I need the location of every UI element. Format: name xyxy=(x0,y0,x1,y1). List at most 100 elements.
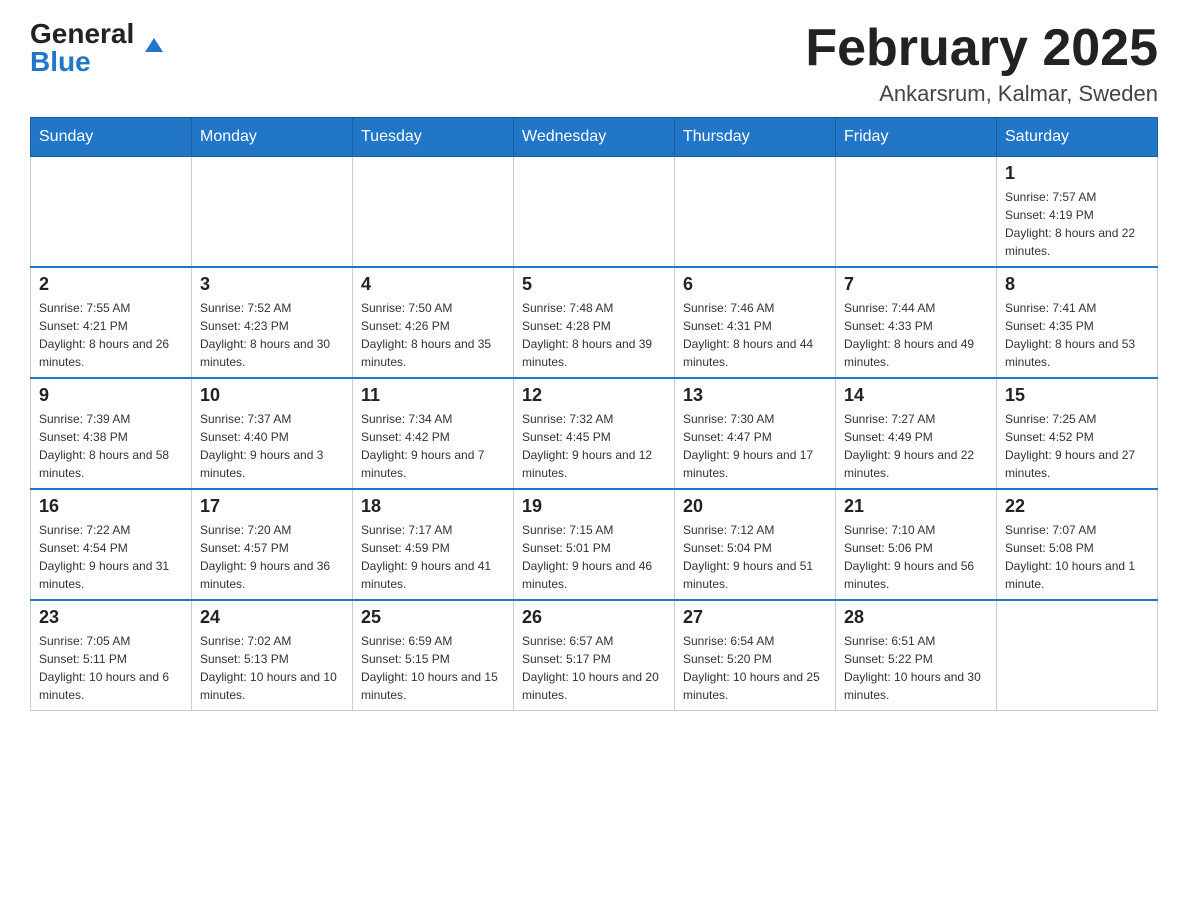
day-number: 14 xyxy=(844,385,988,406)
day-info: Sunrise: 7:57 AMSunset: 4:19 PMDaylight:… xyxy=(1005,188,1149,260)
calendar-cell: 19 Sunrise: 7:15 AMSunset: 5:01 PMDayligh… xyxy=(514,489,675,600)
location-text: Ankarsrum, Kalmar, Sweden xyxy=(805,81,1158,107)
calendar-cell: 20Sunrise: 7:12 AMSunset: 5:04 PMDayligh… xyxy=(675,489,836,600)
day-info: Sunrise: 7:02 AMSunset: 5:13 PMDaylight:… xyxy=(200,632,344,704)
calendar-cell xyxy=(31,157,192,268)
weekday-header-row: SundayMondayTuesdayWednesdayThursdayFrid… xyxy=(31,118,1158,157)
calendar-week-row: 2 Sunrise: 7:55 AMSunset: 4:21 PMDaylight… xyxy=(31,267,1158,378)
day-info: Sunrise: 7:15 AMSunset: 5:01 PMDaylight:… xyxy=(522,521,666,593)
calendar-cell: 24 Sunrise: 7:02 AMSunset: 5:13 PMDayligh… xyxy=(192,600,353,711)
day-number: 8 xyxy=(1005,274,1149,295)
page-header: General Blue February 2025 Ankarsrum, Ka… xyxy=(30,20,1158,107)
day-info: Sunrise: 6:59 AMSunset: 5:15 PMDaylight:… xyxy=(361,632,505,704)
day-info: Sunrise: 7:07 AMSunset: 5:08 PMDaylight:… xyxy=(1005,521,1149,593)
calendar-cell: 28 Sunrise: 6:51 AMSunset: 5:22 PMDayligh… xyxy=(836,600,997,711)
calendar-cell: 17 Sunrise: 7:20 AMSunset: 4:57 PMDayligh… xyxy=(192,489,353,600)
day-number: 2 xyxy=(39,274,183,295)
calendar-cell: 1 Sunrise: 7:57 AMSunset: 4:19 PMDaylight… xyxy=(997,157,1158,268)
logo-general-text: General xyxy=(30,20,134,48)
calendar-cell xyxy=(997,600,1158,711)
day-info: Sunrise: 7:41 AMSunset: 4:35 PMDaylight:… xyxy=(1005,299,1149,371)
title-section: February 2025 Ankarsrum, Kalmar, Sweden xyxy=(805,20,1158,107)
calendar-cell xyxy=(192,157,353,268)
day-number: 18 xyxy=(361,496,505,517)
day-number: 17 xyxy=(200,496,344,517)
calendar-cell: 9 Sunrise: 7:39 AMSunset: 4:38 PMDaylight… xyxy=(31,378,192,489)
day-number: 13 xyxy=(683,385,827,406)
day-info: Sunrise: 7:44 AMSunset: 4:33 PMDaylight:… xyxy=(844,299,988,371)
day-number: 10 xyxy=(200,385,344,406)
day-number: 7 xyxy=(844,274,988,295)
day-number: 24 xyxy=(200,607,344,628)
day-number: 5 xyxy=(522,274,666,295)
day-number: 28 xyxy=(844,607,988,628)
day-info: Sunrise: 7:17 AMSunset: 4:59 PMDaylight:… xyxy=(361,521,505,593)
day-number: 27 xyxy=(683,607,827,628)
weekday-header-tuesday: Tuesday xyxy=(353,118,514,157)
weekday-header-wednesday: Wednesday xyxy=(514,118,675,157)
day-info: Sunrise: 7:20 AMSunset: 4:57 PMDaylight:… xyxy=(200,521,344,593)
day-info: Sunrise: 7:10 AMSunset: 5:06 PMDaylight:… xyxy=(844,521,988,593)
calendar-cell: 2 Sunrise: 7:55 AMSunset: 4:21 PMDaylight… xyxy=(31,267,192,378)
day-number: 26 xyxy=(522,607,666,628)
calendar-cell: 5 Sunrise: 7:48 AMSunset: 4:28 PMDaylight… xyxy=(514,267,675,378)
calendar-cell: 15Sunrise: 7:25 AMSunset: 4:52 PMDayligh… xyxy=(997,378,1158,489)
calendar-cell: 14 Sunrise: 7:27 AMSunset: 4:49 PMDayligh… xyxy=(836,378,997,489)
calendar-cell: 27 Sunrise: 6:54 AMSunset: 5:20 PMDayligh… xyxy=(675,600,836,711)
day-info: Sunrise: 7:48 AMSunset: 4:28 PMDaylight:… xyxy=(522,299,666,371)
day-number: 11 xyxy=(361,385,505,406)
day-number: 19 xyxy=(522,496,666,517)
day-number: 16 xyxy=(39,496,183,517)
calendar-cell: 4 Sunrise: 7:50 AMSunset: 4:26 PMDaylight… xyxy=(353,267,514,378)
logo: General Blue xyxy=(30,20,143,76)
month-title: February 2025 xyxy=(805,20,1158,77)
calendar-cell: 26 Sunrise: 6:57 AMSunset: 5:17 PMDayligh… xyxy=(514,600,675,711)
day-info: Sunrise: 7:34 AMSunset: 4:42 PMDaylight:… xyxy=(361,410,505,482)
day-info: Sunrise: 6:54 AMSunset: 5:20 PMDaylight:… xyxy=(683,632,827,704)
day-info: Sunrise: 7:37 AMSunset: 4:40 PMDaylight:… xyxy=(200,410,344,482)
day-number: 4 xyxy=(361,274,505,295)
day-info: Sunrise: 7:30 AMSunset: 4:47 PMDaylight:… xyxy=(683,410,827,482)
day-info: Sunrise: 7:27 AMSunset: 4:49 PMDaylight:… xyxy=(844,410,988,482)
day-number: 1 xyxy=(1005,163,1149,184)
day-number: 25 xyxy=(361,607,505,628)
day-info: Sunrise: 7:39 AMSunset: 4:38 PMDaylight:… xyxy=(39,410,183,482)
day-info: Sunrise: 6:51 AMSunset: 5:22 PMDaylight:… xyxy=(844,632,988,704)
day-info: Sunrise: 7:12 AMSunset: 5:04 PMDaylight:… xyxy=(683,521,827,593)
calendar-cell: 3 Sunrise: 7:52 AMSunset: 4:23 PMDaylight… xyxy=(192,267,353,378)
day-number: 3 xyxy=(200,274,344,295)
calendar-cell: 16 Sunrise: 7:22 AMSunset: 4:54 PMDayligh… xyxy=(31,489,192,600)
day-info: Sunrise: 7:50 AMSunset: 4:26 PMDaylight:… xyxy=(361,299,505,371)
logo-triangle-icon xyxy=(143,34,165,56)
weekday-header-friday: Friday xyxy=(836,118,997,157)
calendar-cell: 21 Sunrise: 7:10 AMSunset: 5:06 PMDayligh… xyxy=(836,489,997,600)
day-info: Sunrise: 7:52 AMSunset: 4:23 PMDaylight:… xyxy=(200,299,344,371)
calendar-week-row: 1 Sunrise: 7:57 AMSunset: 4:19 PMDaylight… xyxy=(31,157,1158,268)
day-info: Sunrise: 7:22 AMSunset: 4:54 PMDaylight:… xyxy=(39,521,183,593)
day-info: Sunrise: 6:57 AMSunset: 5:17 PMDaylight:… xyxy=(522,632,666,704)
day-info: Sunrise: 7:55 AMSunset: 4:21 PMDaylight:… xyxy=(39,299,183,371)
calendar-cell: 18 Sunrise: 7:17 AMSunset: 4:59 PMDayligh… xyxy=(353,489,514,600)
calendar-cell: 7 Sunrise: 7:44 AMSunset: 4:33 PMDaylight… xyxy=(836,267,997,378)
weekday-header-saturday: Saturday xyxy=(997,118,1158,157)
calendar-cell: 12 Sunrise: 7:32 AMSunset: 4:45 PMDayligh… xyxy=(514,378,675,489)
weekday-header-sunday: Sunday xyxy=(31,118,192,157)
calendar-cell: 8 Sunrise: 7:41 AMSunset: 4:35 PMDaylight… xyxy=(997,267,1158,378)
calendar-cell: 6Sunrise: 7:46 AMSunset: 4:31 PMDaylight… xyxy=(675,267,836,378)
day-info: Sunrise: 7:32 AMSunset: 4:45 PMDaylight:… xyxy=(522,410,666,482)
calendar-week-row: 16 Sunrise: 7:22 AMSunset: 4:54 PMDayligh… xyxy=(31,489,1158,600)
day-number: 21 xyxy=(844,496,988,517)
calendar-table: SundayMondayTuesdayWednesdayThursdayFrid… xyxy=(30,117,1158,711)
day-info: Sunrise: 7:05 AMSunset: 5:11 PMDaylight:… xyxy=(39,632,183,704)
day-number: 12 xyxy=(522,385,666,406)
calendar-cell: 22Sunrise: 7:07 AMSunset: 5:08 PMDayligh… xyxy=(997,489,1158,600)
day-number: 6 xyxy=(683,274,827,295)
calendar-cell xyxy=(353,157,514,268)
calendar-cell: 11 Sunrise: 7:34 AMSunset: 4:42 PMDayligh… xyxy=(353,378,514,489)
calendar-cell: 23Sunrise: 7:05 AMSunset: 5:11 PMDayligh… xyxy=(31,600,192,711)
day-info: Sunrise: 7:25 AMSunset: 4:52 PMDaylight:… xyxy=(1005,410,1149,482)
calendar-week-row: 23Sunrise: 7:05 AMSunset: 5:11 PMDayligh… xyxy=(31,600,1158,711)
calendar-week-row: 9 Sunrise: 7:39 AMSunset: 4:38 PMDaylight… xyxy=(31,378,1158,489)
day-number: 9 xyxy=(39,385,183,406)
calendar-cell xyxy=(836,157,997,268)
